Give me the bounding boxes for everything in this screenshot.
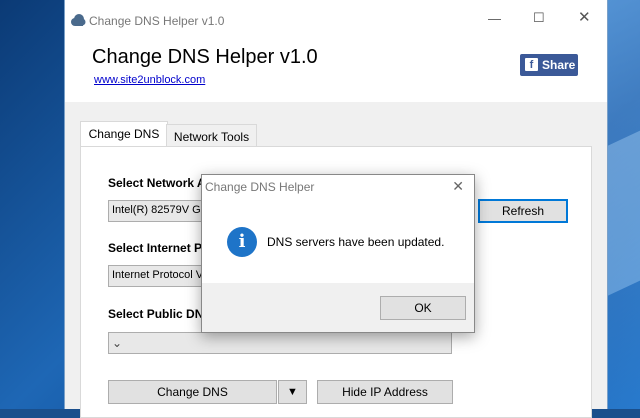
app-header: Change DNS Helper v1.0 www.site2unblock.… — [65, 32, 607, 102]
app-title: Change DNS Helper v1.0 — [92, 46, 318, 68]
change-dns-dropdown-button[interactable]: ▼ — [278, 380, 307, 404]
change-dns-button[interactable]: Change DNS — [108, 380, 277, 404]
tab-label: Change DNS — [88, 127, 160, 141]
internet-protocol-label: Select Internet P — [108, 241, 203, 255]
window-title: Change DNS Helper v1.0 — [89, 14, 225, 28]
facebook-share-button[interactable]: f Share — [520, 54, 578, 76]
dialog-title: Change DNS Helper — [205, 180, 315, 194]
tab-label: Network Tools — [173, 130, 250, 144]
ok-button[interactable]: OK — [380, 296, 466, 320]
network-adapter-label: Select Network A — [108, 176, 206, 190]
hide-ip-button[interactable]: Hide IP Address — [317, 380, 453, 404]
dialog-footer: OK — [202, 283, 474, 332]
minimize-icon[interactable]: — — [488, 12, 501, 26]
refresh-button[interactable]: Refresh — [478, 199, 568, 223]
close-icon[interactable]: ✕ — [578, 10, 591, 25]
chevron-down-icon: ⌄ — [112, 336, 123, 350]
share-label: Share — [542, 58, 576, 72]
tab-network-tools[interactable]: Network Tools — [166, 124, 257, 147]
dialog-message: DNS servers have been updated. — [267, 235, 445, 249]
info-icon: i — [227, 227, 257, 257]
title-bar[interactable]: Change DNS Helper v1.0 — ☐ ✕ — [65, 0, 607, 32]
message-dialog: Change DNS Helper ✕ i DNS servers have b… — [201, 174, 475, 333]
triangle-down-icon: ▼ — [287, 386, 298, 398]
maximize-icon[interactable]: ☐ — [533, 11, 545, 25]
close-icon[interactable]: ✕ — [452, 178, 464, 195]
public-dns-label: Select Public DNS — [108, 307, 212, 321]
tab-change-dns[interactable]: Change DNS — [80, 121, 168, 148]
site-link[interactable]: www.site2unblock.com — [94, 74, 205, 86]
public-dns-select[interactable]: ⌄ — [108, 332, 452, 354]
network-adapter-value: Intel(R) 82579V Gig — [112, 204, 210, 216]
facebook-icon: f — [525, 58, 538, 71]
cloud-app-icon — [71, 14, 86, 26]
internet-protocol-value: Internet Protocol V — [112, 269, 204, 281]
